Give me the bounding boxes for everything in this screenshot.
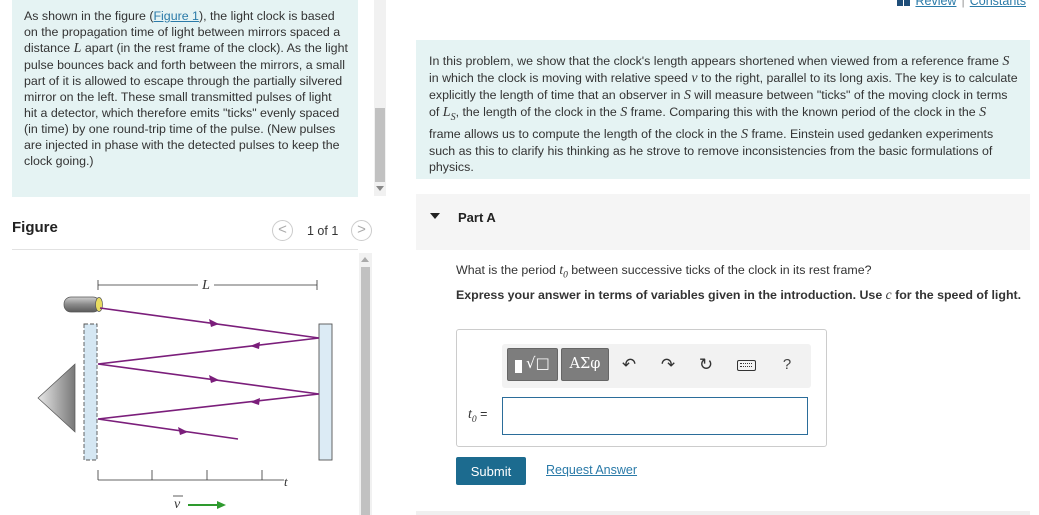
detector-icon bbox=[37, 363, 76, 433]
math-toolbar: √□ ΑΣφ ↶ ↷ ↻ ? bbox=[502, 344, 811, 388]
template-block-icon bbox=[515, 360, 522, 373]
keyboard-icon[interactable] bbox=[733, 352, 759, 378]
constants-link[interactable]: Constants bbox=[970, 0, 1026, 8]
problem-text: In this problem, we show that the clock'… bbox=[429, 54, 1018, 174]
header-links: Review | Constants bbox=[897, 0, 1026, 8]
intro-box: As shown in the figure (Figure 1), the l… bbox=[12, 0, 358, 197]
previous-figure-button[interactable]: < bbox=[272, 220, 293, 241]
instruction-text: Express your answer in terms of variable… bbox=[456, 287, 1022, 302]
partial-mirror bbox=[83, 323, 98, 461]
answer-label: t0 = bbox=[468, 407, 488, 425]
reset-icon[interactable]: ↻ bbox=[693, 352, 719, 378]
book-icon bbox=[897, 0, 911, 7]
length-dimension: L bbox=[97, 276, 318, 293]
intro-text-part: apart (in the rest frame of the clock). … bbox=[24, 41, 348, 168]
laser-source-icon bbox=[63, 296, 103, 313]
label-L: L bbox=[201, 278, 210, 293]
radical-icon: √□ bbox=[526, 354, 550, 372]
templates-button[interactable]: √□ bbox=[507, 348, 558, 381]
part-a-header[interactable]: Part A bbox=[416, 194, 1030, 250]
divider bbox=[12, 249, 358, 250]
separator: | bbox=[961, 0, 965, 8]
question-text: What is the period t0 between successive… bbox=[456, 262, 872, 281]
help-icon[interactable]: ? bbox=[774, 352, 800, 378]
figure-scrollbar-thumb[interactable] bbox=[361, 267, 370, 515]
greek-symbols-button[interactable]: ΑΣφ bbox=[561, 348, 609, 381]
figure-1-link[interactable]: Figure 1 bbox=[153, 9, 198, 23]
next-figure-button[interactable]: > bbox=[351, 220, 372, 241]
figure-pager: 1 of 1 bbox=[307, 224, 339, 238]
answer-box: √□ ΑΣφ ↶ ↷ ↻ ? t0 = bbox=[456, 329, 827, 447]
variable-LS: LS bbox=[442, 105, 456, 123]
answer-input[interactable] bbox=[502, 397, 808, 435]
light-beam bbox=[97, 307, 320, 440]
label-t: t bbox=[284, 474, 288, 489]
intro-scrollbar-thumb[interactable] bbox=[375, 108, 385, 182]
collapse-caret-icon[interactable] bbox=[430, 213, 440, 219]
intro-text: As shown in the figure (Figure 1), the l… bbox=[24, 8, 348, 169]
intro-text-part: As shown in the figure ( bbox=[24, 9, 154, 23]
time-axis bbox=[97, 470, 284, 481]
part-title: Part A bbox=[458, 210, 496, 225]
redo-icon[interactable]: ↷ bbox=[655, 352, 681, 378]
left-pane: As shown in the figure (Figure 1), the l… bbox=[0, 0, 386, 515]
undo-icon[interactable]: ↶ bbox=[616, 352, 642, 378]
label-v: v bbox=[174, 497, 181, 512]
figure-scrollbar[interactable] bbox=[359, 253, 372, 515]
light-clock-figure: L t v bbox=[37, 276, 333, 512]
submit-button[interactable]: Submit bbox=[456, 457, 526, 485]
part-divider bbox=[416, 511, 1030, 515]
figure-title: Figure bbox=[12, 219, 58, 236]
right-mirror bbox=[318, 323, 333, 461]
review-link[interactable]: Review bbox=[915, 0, 956, 8]
problem-description: In this problem, we show that the clock'… bbox=[416, 40, 1030, 179]
request-answer-link[interactable]: Request Answer bbox=[546, 463, 637, 477]
intro-scrollbar[interactable] bbox=[374, 0, 386, 196]
velocity-arrow-icon bbox=[188, 501, 226, 509]
